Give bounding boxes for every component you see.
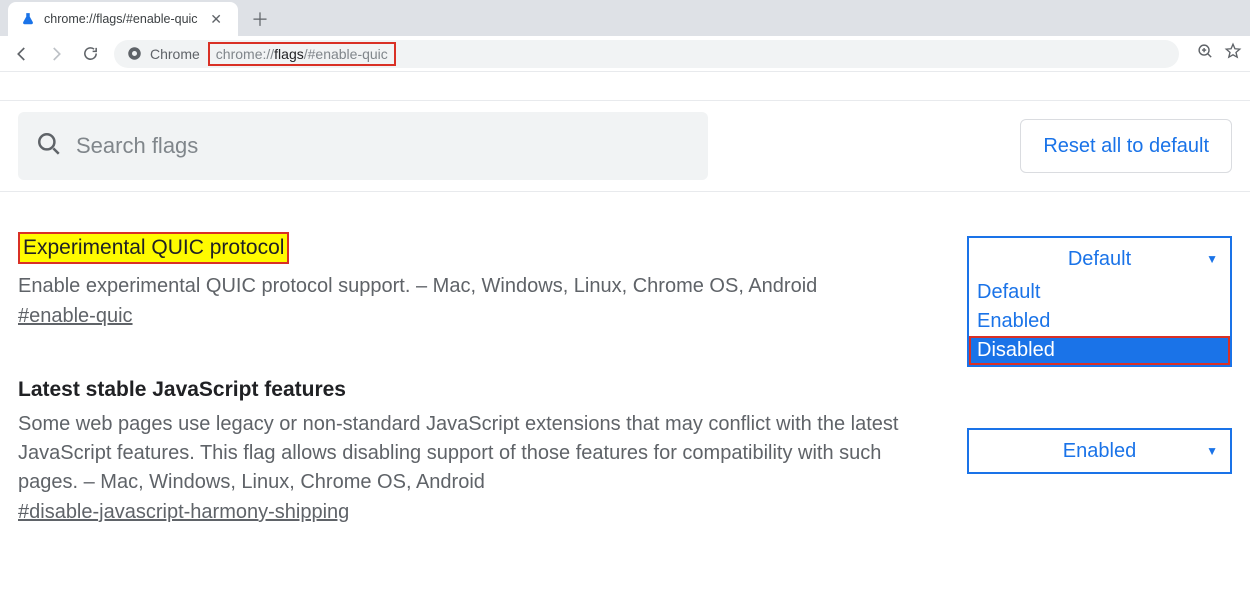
omnibox-url-highlight: chrome://flags/#enable-quic bbox=[208, 42, 396, 66]
reset-all-label: Reset all to default bbox=[1043, 135, 1209, 158]
chevron-down-icon: ▼ bbox=[1206, 252, 1218, 266]
flag-row-enable-quic: Experimental QUIC protocol Enable experi… bbox=[18, 232, 1232, 328]
browser-toolbar: Chrome chrome://flags/#enable-quic bbox=[0, 36, 1250, 72]
url-suffix: /#enable-quic bbox=[304, 46, 388, 62]
select-value: Default bbox=[1068, 248, 1131, 271]
bookmark-star-icon[interactable] bbox=[1224, 42, 1242, 65]
reset-all-button[interactable]: Reset all to default bbox=[1020, 119, 1232, 173]
flag-select-enable-quic[interactable]: Default ▼ Default Enabled Disabled bbox=[967, 232, 1232, 282]
url-host: flags bbox=[274, 46, 304, 62]
search-flags-input[interactable] bbox=[76, 133, 690, 159]
tabstrip: chrome://flags/#enable-quic ✕ ＋ bbox=[0, 0, 1250, 36]
reload-button[interactable] bbox=[76, 40, 104, 68]
address-bar[interactable]: Chrome chrome://flags/#enable-quic bbox=[114, 40, 1179, 68]
page-content: Reset all to default Experimental QUIC p… bbox=[0, 72, 1250, 524]
flag-description: Enable experimental QUIC protocol suppor… bbox=[18, 272, 817, 301]
option-enabled[interactable]: Enabled bbox=[969, 307, 1230, 336]
flag-title: Experimental QUIC protocol bbox=[18, 232, 289, 264]
option-disabled[interactable]: Disabled bbox=[969, 336, 1230, 365]
flask-icon bbox=[20, 11, 36, 27]
close-icon[interactable]: ✕ bbox=[206, 9, 226, 30]
flag-description: Some web pages use legacy or non-standar… bbox=[18, 410, 928, 497]
zoom-icon[interactable] bbox=[1197, 43, 1214, 65]
option-default[interactable]: Default bbox=[969, 278, 1230, 307]
new-tab-button[interactable]: ＋ bbox=[246, 5, 274, 33]
chevron-down-icon: ▼ bbox=[1206, 444, 1218, 458]
browser-tab[interactable]: chrome://flags/#enable-quic ✕ bbox=[8, 2, 238, 36]
flag-title: Latest stable JavaScript features bbox=[18, 378, 928, 402]
flag-row-js-harmony: Latest stable JavaScript features Some w… bbox=[18, 378, 1232, 524]
flag-anchor-link[interactable]: #enable-quic bbox=[18, 305, 133, 328]
select-dropdown: Default Enabled Disabled bbox=[967, 278, 1232, 367]
omnibox-source-label: Chrome bbox=[150, 46, 200, 62]
chrome-icon bbox=[126, 46, 142, 62]
tab-title: chrome://flags/#enable-quic bbox=[44, 12, 198, 26]
search-icon bbox=[36, 131, 62, 162]
search-flags-box[interactable] bbox=[18, 112, 708, 180]
flag-anchor-link[interactable]: #disable-javascript-harmony-shipping bbox=[18, 501, 349, 524]
flag-select-js-harmony[interactable]: Enabled ▼ bbox=[967, 378, 1232, 474]
back-button[interactable] bbox=[8, 40, 36, 68]
url-prefix: chrome:// bbox=[216, 46, 274, 62]
forward-button[interactable] bbox=[42, 40, 70, 68]
select-value: Enabled bbox=[1063, 440, 1136, 463]
